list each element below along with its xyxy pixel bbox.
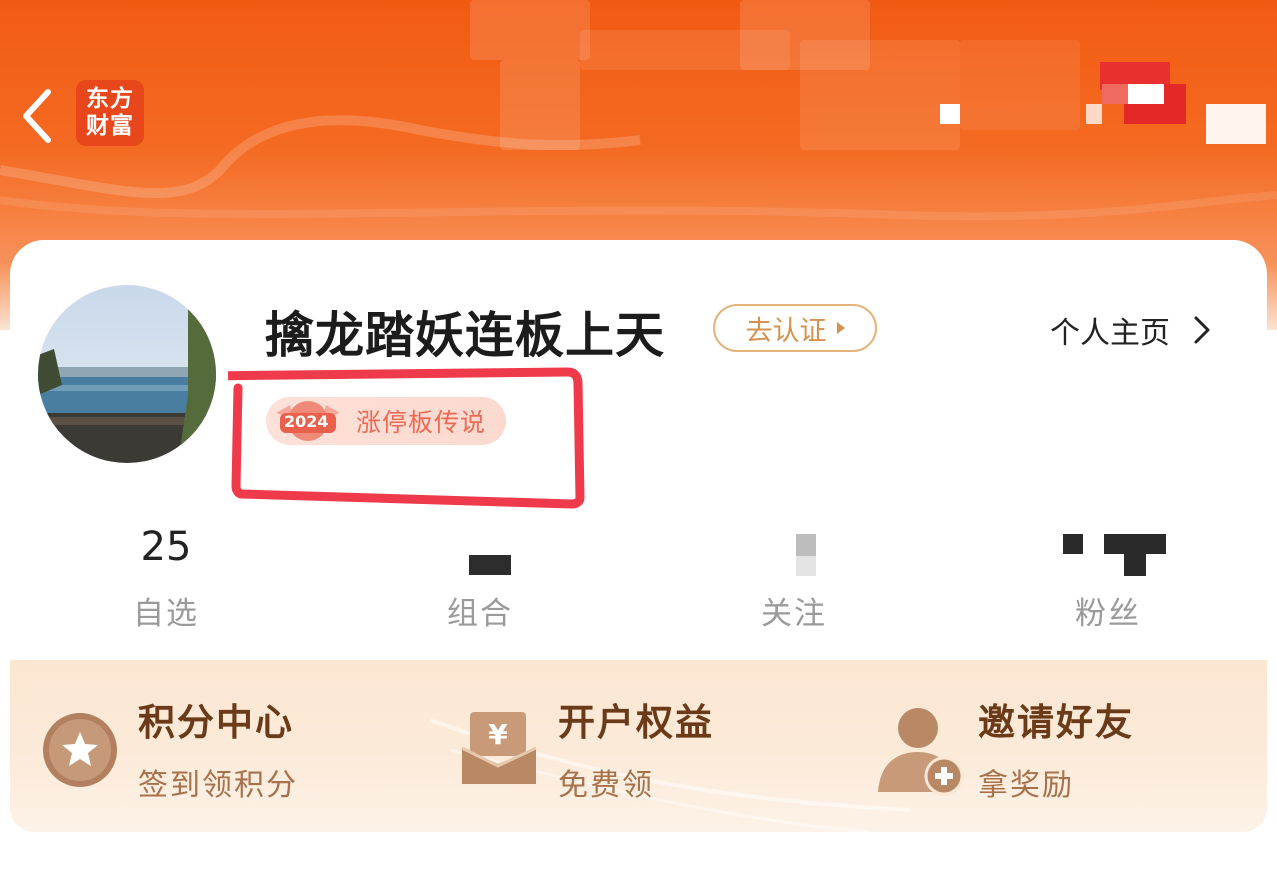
entry-subtitle: 签到领积分 — [138, 768, 298, 803]
app-logo: 东方 财富 — [76, 80, 144, 146]
star-icon — [43, 713, 117, 787]
badge-label: 涨停板传说 — [356, 408, 487, 437]
stat-label: 自选 — [133, 596, 199, 632]
medal-2024-icon: 2024 — [272, 399, 344, 443]
redacted-count — [1124, 554, 1146, 576]
play-arrow-icon — [836, 322, 845, 334]
redacted-pixel — [940, 104, 960, 124]
entry-title: 积分中心 — [138, 701, 294, 744]
stat-label: 关注 — [761, 596, 827, 632]
logo-line-2: 财富 — [86, 113, 134, 139]
points-center-entry[interactable]: 积分中心 签到领积分 — [40, 690, 370, 810]
badge-year: 2024 — [284, 412, 329, 431]
entry-title: 开户权益 — [558, 701, 714, 744]
redacted-count — [1104, 534, 1166, 554]
redacted-pixel — [1124, 104, 1164, 124]
svg-text:¥: ¥ — [488, 718, 508, 751]
redacted-count — [1063, 534, 1083, 554]
redacted-pixel — [1164, 84, 1186, 124]
redacted-count — [796, 534, 816, 556]
verify-button[interactable]: 去认证 — [713, 304, 877, 352]
redacted-pixel — [1206, 104, 1266, 144]
chevron-right-icon — [1194, 316, 1210, 344]
entry-subtitle: 拿奖励 — [978, 768, 1074, 803]
stat-watchlist[interactable]: 25 自选 — [56, 522, 276, 633]
entry-title: 邀请好友 — [978, 701, 1134, 744]
personal-homepage-link[interactable]: 个人主页 — [1050, 308, 1212, 352]
stat-value: 25 — [140, 524, 192, 570]
stat-label: 粉丝 — [1075, 596, 1141, 632]
avatar-beach-image — [38, 285, 216, 463]
account-benefits-entry[interactable]: ¥ 开户权益 免费领 — [460, 690, 790, 810]
avatar[interactable] — [38, 285, 216, 463]
stat-portfolio[interactable]: 组合 — [370, 522, 590, 633]
yuan-envelope-icon: ¥ — [461, 712, 537, 784]
stat-following[interactable]: 关注 — [684, 522, 904, 633]
back-button[interactable] — [18, 86, 60, 146]
chevron-left-icon — [23, 89, 51, 143]
stat-label: 组合 — [447, 596, 513, 632]
redacted-count — [796, 556, 816, 576]
invite-friends-entry[interactable]: 邀请好友 拿奖励 — [876, 690, 1206, 810]
achievement-badge[interactable]: 2024 涨停板传说 — [266, 397, 506, 445]
verify-button-label: 去认证 — [745, 315, 827, 347]
redacted-pixel — [1086, 104, 1102, 124]
add-friend-icon — [878, 708, 964, 796]
redacted-pixel — [1102, 84, 1128, 104]
homepage-label: 个人主页 — [1050, 316, 1170, 351]
redacted-count — [469, 555, 511, 575]
entry-subtitle: 免费领 — [558, 768, 654, 803]
logo-line-1: 东方 — [86, 86, 134, 112]
stat-value — [684, 522, 904, 572]
redacted-pixel — [1128, 84, 1164, 104]
username: 擒龙踏妖连板上天 — [265, 307, 666, 364]
